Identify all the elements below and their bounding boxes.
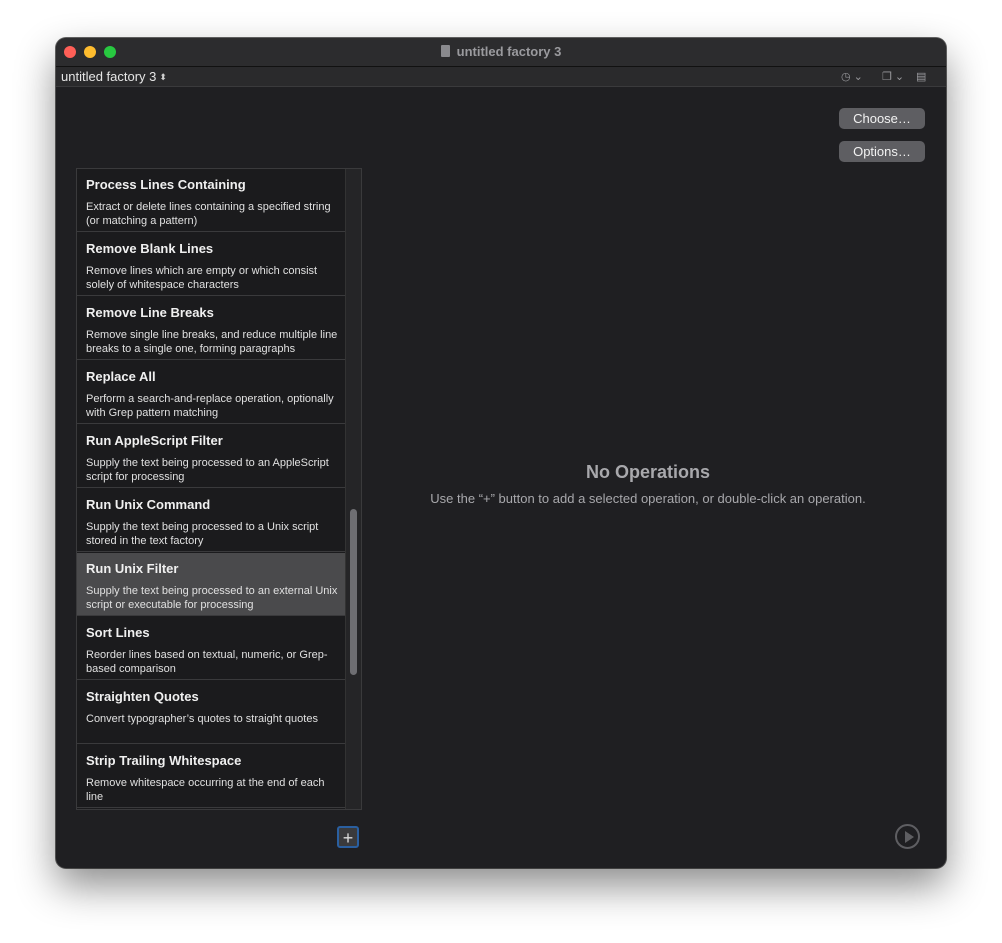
operation-description: Remove lines which are empty or which co… [86,265,318,291]
chevron-up-down-icon: ⬍ [159,72,167,82]
operations-list[interactable]: Process Lines Containing Extract or dele… [76,168,362,810]
text-factory-window: untitled factory 3 untitled factory 3 ⬍ ◷… [56,38,946,868]
operation-title: Sort Lines [86,625,150,640]
operation-description: Reorder lines based on textual, numeric,… [86,649,328,675]
list-item[interactable]: Remove Blank Lines Remove lines which ar… [77,233,345,296]
document-icon [440,45,450,57]
operation-description: Supply the text being processed to a Uni… [86,521,319,547]
title-bar: untitled factory 3 [56,38,946,67]
page-icon[interactable]: ▤ [916,70,926,83]
empty-state-subtitle: Use the “+” button to add a selected ope… [430,491,866,506]
window-title-wrap: untitled factory 3 [56,44,946,59]
list-item[interactable]: Remove Line Breaks Remove single line br… [77,297,345,360]
document-popup[interactable]: untitled factory 3 ⬍ [61,69,167,84]
operation-title: Process Lines Containing [86,177,246,192]
stack-icon[interactable]: ❐ ⌄ [882,70,904,83]
list-item[interactable]: Sort Lines Reorder lines based on textua… [77,617,345,680]
list-item[interactable]: Straighten Quotes Convert typographer’s … [77,681,345,744]
list-item[interactable]: Process Lines Containing Extract or dele… [77,169,345,232]
navigation-bar: untitled factory 3 ⬍ ◷ ⌄ ❐ ⌄ ▤ [56,67,946,87]
list-item[interactable]: Run AppleScript Filter Supply the text b… [77,425,345,488]
operation-description: Extract or delete lines containing a spe… [86,201,331,227]
options-button[interactable]: Options… [839,141,925,162]
operation-title: Run AppleScript Filter [86,433,223,448]
operation-title: Run Unix Filter [86,561,179,576]
operation-description: Convert typographer’s quotes to straight… [86,713,318,725]
run-factory-button[interactable] [895,824,920,849]
list-item[interactable]: Strip Trailing Whitespace Remove whitesp… [77,745,345,808]
operation-title: Strip Trailing Whitespace [86,753,242,768]
list-item[interactable]: Run Unix Command Supply the text being p… [77,489,345,552]
scrollbar-thumb[interactable] [350,509,357,675]
list-item[interactable]: Replace All Perform a search-and-replace… [77,361,345,424]
choose-button[interactable]: Choose… [839,108,925,129]
clock-icon[interactable]: ◷ ⌄ [841,70,863,83]
operation-title: Straighten Quotes [86,689,199,704]
document-name: untitled factory 3 [61,69,157,84]
operation-title: Remove Line Breaks [86,305,214,320]
operation-title: Replace All [86,369,156,384]
operation-title: Run Unix Command [86,497,211,512]
operation-description: Perform a search-and-replace operation, … [86,393,334,419]
operation-description: Remove single line breaks, and reduce mu… [86,329,338,355]
factory-header [56,87,946,167]
add-operation-button[interactable]: + [337,826,359,848]
list-scrollbar[interactable] [345,169,361,809]
list-item-selected[interactable]: Run Unix Filter Supply the text being pr… [77,553,345,616]
empty-state-title: No Operations [585,462,710,482]
play-icon [905,831,914,843]
operation-description: Supply the text being processed to an ex… [86,585,338,611]
window-title: untitled factory 3 [456,44,562,59]
operation-description: Remove whitespace occurring at the end o… [86,777,325,803]
operation-description: Supply the text being processed to an Ap… [86,457,329,483]
operation-title: Remove Blank Lines [86,241,214,256]
